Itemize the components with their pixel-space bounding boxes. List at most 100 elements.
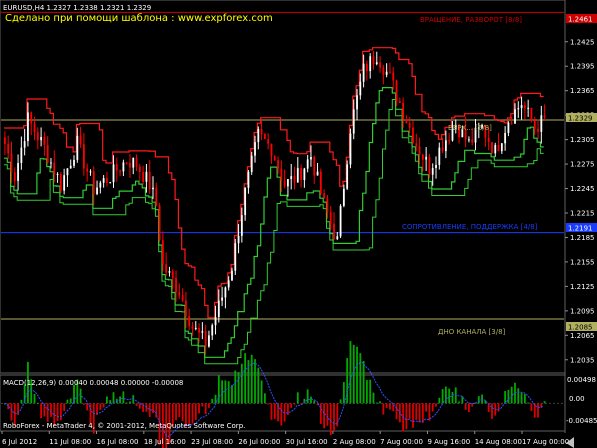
y-tick-label: 1.2395 [570,63,595,71]
macd-histogram-bar [142,403,145,412]
macd-histogram-bar [290,403,293,408]
candle-body [59,174,62,191]
x-tick-label: 18 Jul 16:00 [144,438,186,446]
macd-histogram-bar [7,403,10,410]
candle-body [135,157,138,167]
x-tick-label: 30 Jul 16:00 [286,438,328,446]
candle-body [82,144,85,169]
y-tick-label: 1.2125 [570,283,595,291]
macd-histogram-bar [421,403,424,423]
candle-body [435,164,437,169]
x-tick-label: 7 Aug 00:00 [380,438,423,446]
macd-histogram-bar [250,354,253,404]
price-tag-mid: 1.2191 [568,225,593,233]
candle-body [448,140,451,142]
macd-histogram-bar [293,403,296,405]
candle-body [188,316,191,327]
candle-body [36,132,39,141]
candle-body [296,168,299,183]
macd-histogram-bar [372,392,375,404]
y-tick-label: 1.2065 [570,332,595,340]
macd-histogram-bar [339,399,342,404]
y-tick-label: 1.2035 [570,356,595,364]
macd-histogram-bar [208,403,210,408]
candle-body [204,331,207,347]
macd-histogram-bar [313,400,316,404]
level-label-mid: СОПРОТИВЛЕНИЕ, ПОДДЕРЖКА [4/8] [402,223,538,231]
candle-body [217,300,220,318]
candle-body [92,171,95,195]
macd-histogram-bar [464,403,467,410]
macd-histogram-bar [20,399,23,404]
macd-histogram-bar [385,403,388,409]
macd-histogram-bar [135,403,138,406]
y-tick-label: 1.2095 [570,307,595,315]
candle-body [514,109,516,124]
macd-histogram-bar [224,380,227,404]
macd-histogram-bar [425,403,428,412]
candle-body [73,159,75,166]
macd-histogram-bar [323,403,326,429]
candle-body [537,128,539,132]
macd-histogram-bar [267,403,270,405]
macd-histogram-bar [79,388,82,404]
candle-body [540,115,543,132]
candle-body [389,71,391,73]
macd-histogram-bar [306,389,309,404]
y-tick-label: 1.2305 [570,136,595,144]
x-tick-label: 23 Jul 08:00 [191,438,233,446]
candle-body [46,144,49,163]
candle-body [336,236,339,240]
macd-histogram-bar [500,403,503,405]
level-label-top: ВРАЩЕНИЕ, РАЗВОРОТ [8/8] [420,16,522,24]
macd-histogram-bar [451,391,454,404]
chart-window[interactable]: 1.24251.23951.23651.23351.23051.22751.22… [0,0,597,448]
candle-body [208,335,210,347]
candle-body [517,108,520,110]
macd-histogram-bar [415,403,418,420]
candle-body [125,162,128,164]
candle-body [487,137,490,143]
candle-body [431,168,434,175]
macd-histogram-bar [329,403,332,435]
candle-body [99,182,102,188]
candle-body [352,109,355,134]
macd-histogram-bar [148,403,151,417]
x-tick-label: 16 Jul 08:00 [97,438,139,446]
candle-body [4,137,6,144]
candle-body [10,153,13,173]
macd-histogram-bar [458,401,460,404]
copyright-text: RoboForex - MetaTrader 4, © 2001-2012, M… [3,422,245,430]
macd-histogram-bar [237,372,240,404]
candle-body [267,139,270,144]
macd-histogram-bar [50,403,52,417]
macd-histogram-bar [46,403,49,422]
candle-body [333,223,335,240]
candle-body [468,139,470,141]
macd-histogram-bar [260,380,263,404]
candle-body [287,179,289,187]
macd-histogram-bar [273,403,276,420]
candle-body [366,63,368,72]
macd-label: MACD(12,26,9) 0.00040 0.00048 0.00000 -0… [3,379,183,387]
macd-histogram-bar [263,393,266,404]
macd-histogram-bar [227,381,230,404]
y-tick-label: 1.2185 [570,234,595,242]
macd-histogram-bar [99,403,102,411]
x-tick-label: 11 Jul 08:00 [49,438,91,446]
candle-body [13,172,16,181]
macd-histogram-bar [523,394,526,404]
macd-histogram-bar [270,403,273,420]
candle-body [237,235,240,244]
macd-histogram-bar [405,403,408,430]
candle-body [112,164,115,183]
candle-body [148,171,151,190]
macd-histogram-bar [129,401,131,404]
candle-body [27,112,29,142]
macd-histogram-bar [448,388,451,404]
price-tag-top: 1.2461 [568,16,593,24]
macd-histogram-bar [333,403,335,432]
candle-body [155,187,158,206]
candle-body [23,141,26,148]
level-label-upper: ВЕРХ... [5/8] [448,124,492,132]
